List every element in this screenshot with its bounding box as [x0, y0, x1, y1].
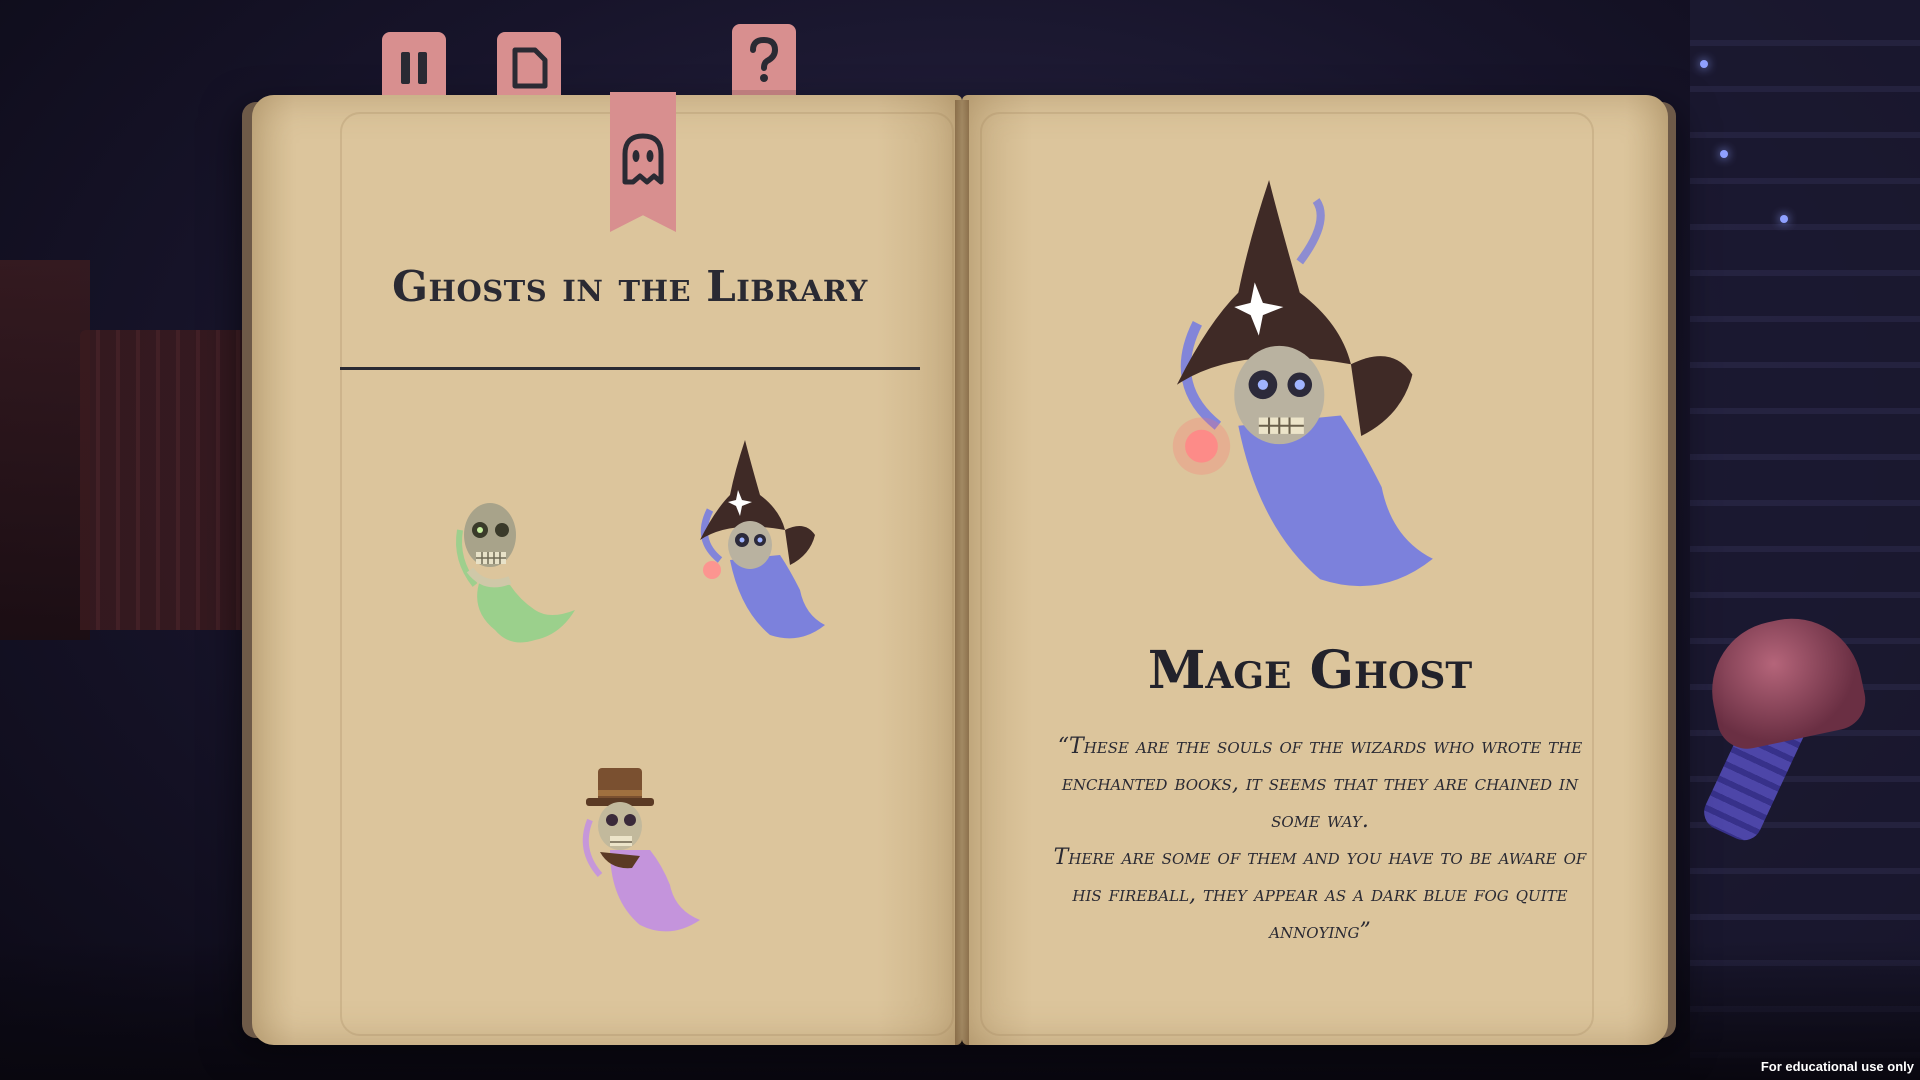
question-icon — [750, 36, 779, 82]
lamp-light — [1700, 60, 1708, 68]
pause-button[interactable] — [382, 32, 446, 104]
book-spine — [955, 100, 969, 1045]
ghost-entry-mage[interactable] — [690, 440, 840, 654]
description-paragraph-2: There are some of them and you have to b… — [1053, 845, 1587, 944]
document-button[interactable] — [497, 32, 561, 104]
ghost-entry-skeleton[interactable] — [440, 490, 590, 654]
title-divider — [340, 367, 920, 370]
pause-icon — [401, 52, 427, 84]
description-paragraph-1: “These are the souls of the wizards who … — [1057, 734, 1583, 833]
skeleton-ghost-illustration — [456, 503, 575, 643]
tophat-ghost-illustration — [582, 768, 700, 932]
lamp-light — [1780, 215, 1788, 223]
lamp-light — [1720, 150, 1728, 158]
bookshelf-right — [1690, 0, 1920, 1080]
ghost-bookmark-tab[interactable] — [610, 92, 676, 232]
selected-ghost-portrait — [1140, 180, 1480, 614]
ghost-icon — [622, 133, 664, 185]
page-title: Ghosts in the Library — [392, 262, 868, 311]
ghost-description: “These are the souls of the wizards who … — [1040, 728, 1600, 950]
ghost-entry-tophat[interactable] — [570, 760, 720, 944]
mage-ghost-illustration — [700, 440, 825, 639]
watermark: For educational use only — [1760, 1059, 1914, 1074]
bookshelf-left — [80, 330, 250, 630]
ghost-name: Mage Ghost — [1147, 640, 1473, 701]
mage-ghost-portrait — [1172, 180, 1433, 587]
bookshelf-left-far — [0, 260, 90, 640]
help-button[interactable] — [732, 24, 796, 96]
document-icon — [512, 47, 548, 89]
